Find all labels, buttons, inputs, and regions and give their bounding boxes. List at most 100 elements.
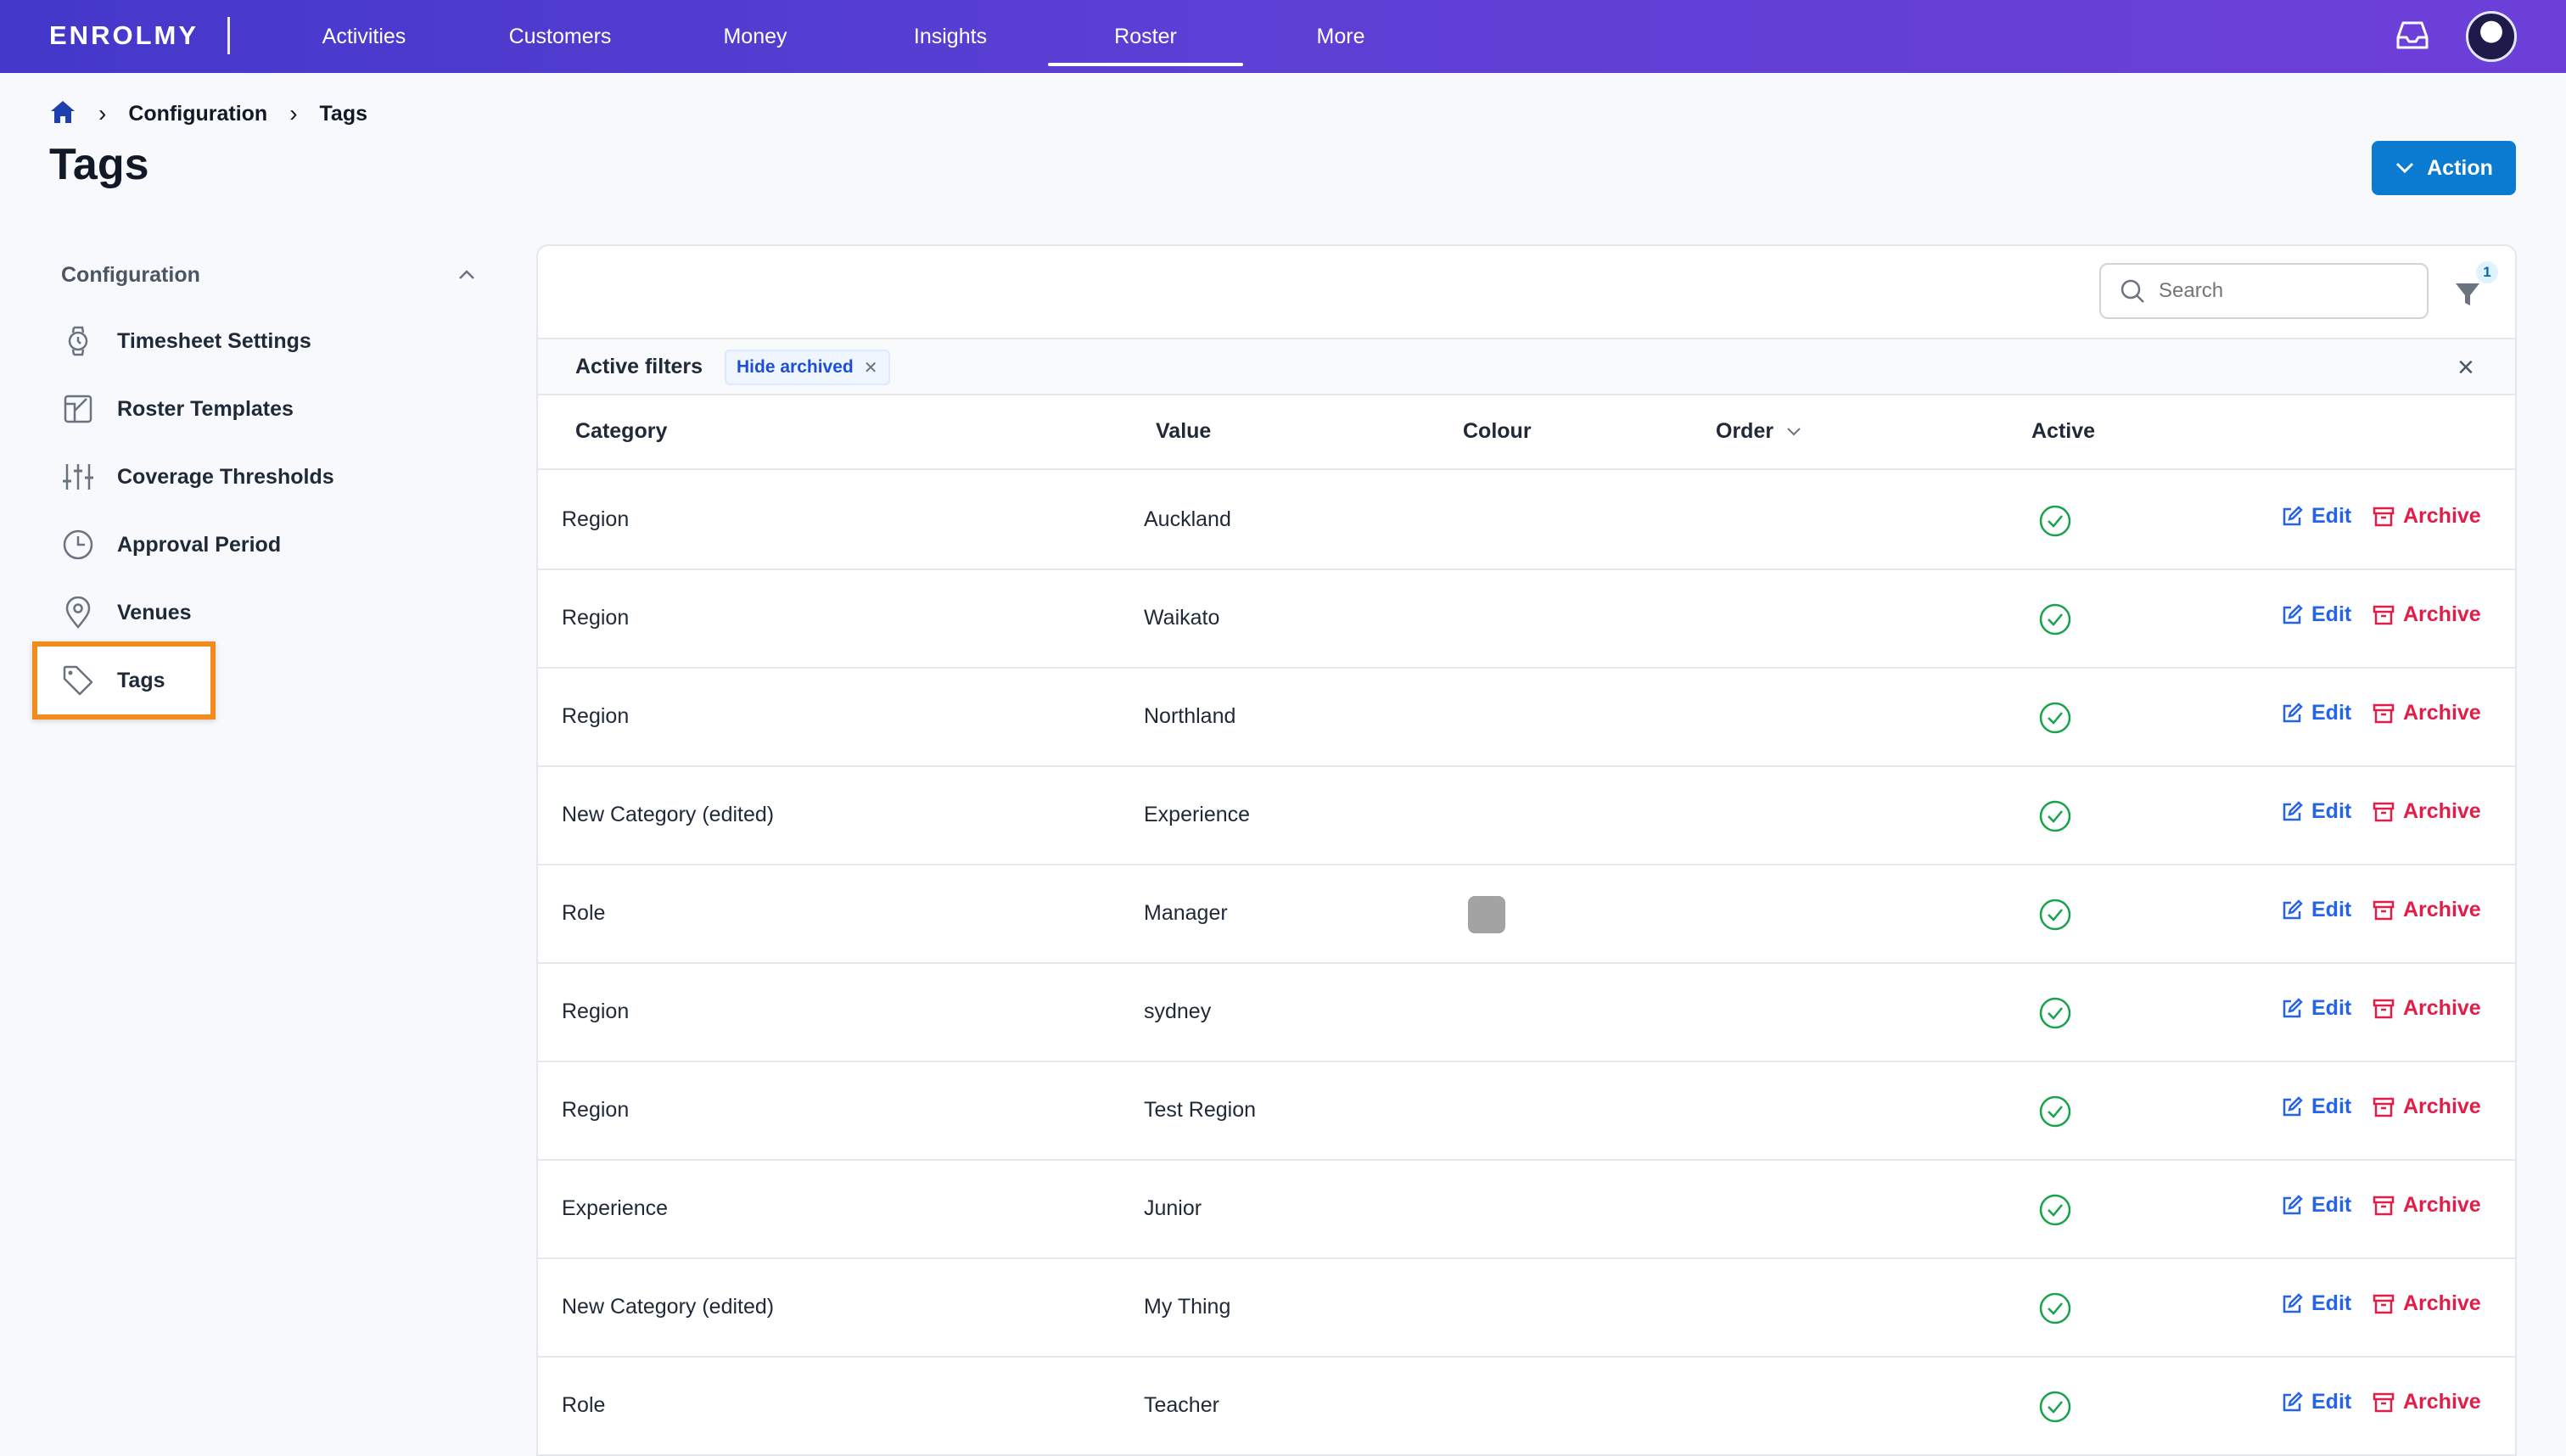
home-icon[interactable] xyxy=(49,99,76,129)
nav-insights[interactable]: Insights xyxy=(853,0,1048,73)
sidebar-section-header[interactable]: Configuration xyxy=(61,260,477,290)
archive-icon xyxy=(2373,1294,2395,1313)
chevron-down-icon xyxy=(1787,427,1801,435)
map-pin-icon xyxy=(61,596,95,630)
table-row: Region Test Region Edit Archive xyxy=(538,1062,2515,1161)
active-check-icon xyxy=(2038,1193,2072,1227)
cell-value: Teacher xyxy=(1144,1393,1219,1417)
edit-label: Edit xyxy=(2311,1193,2352,1217)
edit-button[interactable]: Edit xyxy=(2281,1291,2351,1316)
cell-category: Experience xyxy=(562,1196,669,1220)
template-icon xyxy=(61,392,95,426)
table-row: Region Waikato Edit Archive xyxy=(538,570,2515,669)
active-filters-bar: Active filters Hide archived ✕ × xyxy=(538,338,2515,395)
cell-value: sydney xyxy=(1144,1000,1212,1023)
archive-button[interactable]: Archive xyxy=(2373,799,2481,824)
search-box[interactable] xyxy=(2099,263,2429,319)
cell-category: Role xyxy=(562,901,606,925)
sidebar-item-tags[interactable]: Tags xyxy=(61,655,165,706)
logo-divider xyxy=(227,17,230,54)
archive-button[interactable]: Archive xyxy=(2373,701,2481,725)
archive-button[interactable]: Archive xyxy=(2373,1291,2481,1316)
archive-label: Archive xyxy=(2403,1095,2481,1118)
archive-label: Archive xyxy=(2403,1390,2481,1414)
column-header-active[interactable]: Active xyxy=(2031,419,2095,444)
archive-icon xyxy=(2373,802,2395,821)
edit-button[interactable]: Edit xyxy=(2281,898,2351,922)
edit-icon xyxy=(2283,603,2303,624)
breadcrumb-tags: Tags xyxy=(319,101,368,126)
column-header-order[interactable]: Order xyxy=(1716,419,1802,444)
cell-value: Experience xyxy=(1144,803,1251,826)
breadcrumb-configuration[interactable]: Configuration xyxy=(128,102,267,126)
edit-button[interactable]: Edit xyxy=(2281,799,2351,824)
edit-label: Edit xyxy=(2311,799,2352,823)
tags-table-card: 1 Active filters Hide archived ✕ × Categ… xyxy=(536,244,2517,1456)
chevron-up-icon[interactable] xyxy=(457,268,477,282)
cell-category: Region xyxy=(562,1000,630,1023)
table-row: Region Auckland Edit Archive xyxy=(538,472,2515,570)
archive-label: Archive xyxy=(2403,504,2481,528)
sidebar-item-label: Venues xyxy=(117,600,192,624)
search-input[interactable] xyxy=(2159,279,2413,303)
archive-button[interactable]: Archive xyxy=(2373,1390,2481,1414)
filter-chip-label: Hide archived xyxy=(737,357,854,377)
table-header: Category Value Colour Order Active xyxy=(538,395,2515,470)
sidebar-item-approval-period[interactable]: Approval Period xyxy=(61,519,281,570)
colour-swatch xyxy=(1468,896,1505,933)
edit-label: Edit xyxy=(2311,898,2352,921)
archive-button[interactable]: Archive xyxy=(2373,996,2481,1021)
edit-button[interactable]: Edit xyxy=(2281,1390,2351,1414)
sidebar-item-venues[interactable]: Venues xyxy=(61,587,192,638)
edit-icon xyxy=(2283,1391,2303,1411)
active-check-icon xyxy=(2038,898,2072,932)
nav-money[interactable]: Money xyxy=(658,0,853,73)
cell-value: Junior xyxy=(1144,1196,1202,1220)
cell-value: Test Region xyxy=(1144,1098,1257,1122)
active-check-icon xyxy=(2038,799,2072,833)
edit-icon xyxy=(2283,1292,2303,1313)
archive-button[interactable]: Archive xyxy=(2373,898,2481,922)
nav-roster[interactable]: Roster xyxy=(1048,0,1243,73)
edit-button[interactable]: Edit xyxy=(2281,701,2351,725)
active-check-icon xyxy=(2038,1095,2072,1128)
archive-icon xyxy=(2373,507,2395,526)
sidebar-item-label: Approval Period xyxy=(117,532,282,557)
sidebar-item-roster-templates[interactable]: Roster Templates xyxy=(61,384,294,434)
nav-customers[interactable]: Customers xyxy=(462,0,658,73)
user-avatar[interactable] xyxy=(2466,11,2517,62)
chevron-down-icon xyxy=(2396,162,2414,174)
archive-button[interactable]: Archive xyxy=(2373,602,2481,627)
inbox-icon[interactable] xyxy=(2393,19,2432,53)
filter-chip-hide-archived[interactable]: Hide archived ✕ xyxy=(725,350,890,385)
edit-icon xyxy=(2283,899,2303,919)
edit-button[interactable]: Edit xyxy=(2281,602,2351,627)
column-header-colour[interactable]: Colour xyxy=(1463,419,1532,444)
edit-label: Edit xyxy=(2311,1291,2352,1315)
enrolmy-logo[interactable]: ENROLMY xyxy=(49,20,199,51)
archive-button[interactable]: Archive xyxy=(2373,504,2481,529)
cell-category: Region xyxy=(562,1098,630,1122)
nav-more[interactable]: More xyxy=(1243,0,1438,73)
edit-button[interactable]: Edit xyxy=(2281,1095,2351,1119)
action-button[interactable]: Action xyxy=(2372,141,2516,195)
sidebar-item-coverage-thresholds[interactable]: Coverage Thresholds xyxy=(61,451,334,502)
nav-activities[interactable]: Activities xyxy=(266,0,462,73)
clear-filters-icon[interactable]: × xyxy=(2457,351,2474,384)
active-check-icon xyxy=(2038,504,2072,538)
archive-button[interactable]: Archive xyxy=(2373,1193,2481,1218)
edit-button[interactable]: Edit xyxy=(2281,504,2351,529)
edit-label: Edit xyxy=(2311,1390,2352,1414)
cell-value: My Thing xyxy=(1144,1295,1231,1319)
sidebar-item-timesheet-settings[interactable]: Timesheet Settings xyxy=(61,316,311,367)
edit-button[interactable]: Edit xyxy=(2281,1193,2351,1218)
archive-button[interactable]: Archive xyxy=(2373,1095,2481,1119)
edit-icon xyxy=(2283,702,2303,722)
edit-icon xyxy=(2283,1095,2303,1116)
column-header-category[interactable]: Category xyxy=(575,419,667,444)
edit-icon xyxy=(2283,800,2303,820)
edit-button[interactable]: Edit xyxy=(2281,996,2351,1021)
column-header-value[interactable]: Value xyxy=(1156,419,1211,444)
archive-label: Archive xyxy=(2403,1291,2481,1315)
remove-filter-icon[interactable]: ✕ xyxy=(864,357,878,378)
